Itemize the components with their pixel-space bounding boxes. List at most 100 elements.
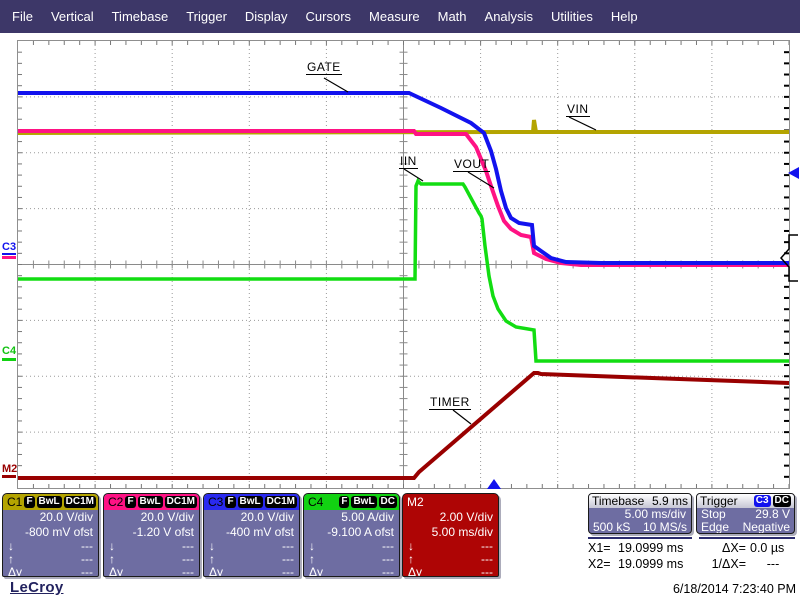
channel-box-c4-header: C4 F BwL DC (304, 494, 399, 510)
menu-utilities[interactable]: Utilities (551, 9, 593, 24)
cursor-readout: X1= 19.0999 ms ΔX= 0.0 µs X2= 19.0999 ms… (588, 540, 796, 572)
channel-box-c1[interactable]: C1 F BwL DC1M 20.0 V/div -800 mV ofst ↓-… (2, 493, 99, 577)
channel-id: C2 (106, 495, 123, 509)
label-leader-line (569, 117, 596, 130)
trigger-slope: Negative (743, 521, 790, 534)
waveform-plot (18, 41, 789, 488)
delta-y-label: Δy (309, 566, 323, 577)
delta-y-label: Δy (408, 566, 422, 577)
cursor-divider-left (588, 537, 692, 539)
channel-box-c3[interactable]: C3 F BwL DC1M 20.0 V/div -400 mV ofst ↓-… (203, 493, 300, 577)
math-scale: 2.00 V/div (403, 510, 498, 525)
channel-scale: 20.0 V/div (104, 510, 199, 525)
channel-box-c4[interactable]: C4 F BwL DC 5.00 A/div -9.100 A ofst ↓--… (303, 493, 400, 577)
badge-coupling: DC1M (165, 496, 197, 508)
menu-help[interactable]: Help (611, 9, 638, 24)
trigger-box[interactable]: Trigger C3 DC Stop 29.8 V Edge Negative (696, 493, 795, 534)
menu-timebase[interactable]: Timebase (112, 9, 169, 24)
dx-label: ΔX= (700, 540, 750, 556)
trigger-title: Trigger (700, 494, 738, 508)
channel-box-c2[interactable]: C2 F BwL DC1M 20.0 V/div -1.20 V ofst ↓-… (103, 493, 200, 577)
marker-m2-bar (2, 475, 16, 478)
delta-y-label: Δy (209, 566, 223, 577)
badge-filter: F (24, 496, 34, 508)
inv-dx-value: --- (750, 556, 796, 572)
datetime: 6/18/2014 7:23:40 PM (673, 582, 796, 596)
channel-id: C4 (306, 495, 323, 509)
x1-label: X1= (588, 540, 618, 556)
marker-c3[interactable]: C3 (2, 242, 16, 253)
channel-scale: 20.0 V/div (204, 510, 299, 525)
delta-y-label: Δy (8, 566, 22, 577)
marker-c2-bar (2, 256, 16, 259)
delta-y-label: Δy (109, 566, 123, 577)
timebase-box[interactable]: Timebase 5.9 ms 5.00 ms/div 500 kS 10 MS… (588, 493, 692, 534)
timebase-value: 5.9 ms (652, 494, 688, 508)
delta-y-value: --- (382, 566, 394, 577)
timebase-title: Timebase (592, 494, 644, 508)
badge-coupling: DC (379, 496, 397, 508)
label-leader-line (324, 78, 348, 92)
trace-label-timer: TIMER (429, 396, 471, 410)
trace-label-vout: VOUT (453, 158, 490, 172)
channel-scale: 5.00 A/div (304, 510, 399, 525)
menu-trigger[interactable]: Trigger (186, 9, 227, 24)
badge-bandwidth: BwL (351, 496, 376, 508)
menu-analysis[interactable]: Analysis (485, 9, 533, 24)
trace-id: M2 (405, 495, 424, 509)
math-timebase: 5.00 ms/div (403, 525, 498, 540)
channel-offset: -400 mV ofst (204, 525, 299, 540)
timebase-samples: 500 kS (593, 521, 630, 534)
graticule: GATE VIN IIN VOUT TIMER (17, 40, 790, 489)
x2-value: 19.0999 ms (618, 556, 700, 572)
badge-coupling: DC1M (64, 496, 96, 508)
right-edge-bracket-icon (780, 234, 800, 282)
badge-bandwidth: BwL (238, 496, 263, 508)
badge-filter: F (225, 496, 235, 508)
badge-bandwidth: BwL (138, 496, 163, 508)
x1-value: 19.0999 ms (618, 540, 700, 556)
menu-cursors[interactable]: Cursors (306, 9, 352, 24)
channel-box-c2-header: C2 F BwL DC1M (104, 494, 199, 510)
lecroy-logo: LeCroy (10, 579, 63, 596)
delta-y-value: --- (481, 566, 493, 577)
menu-display[interactable]: Display (245, 9, 288, 24)
trace-label-gate: GATE (306, 61, 342, 75)
menu-bar: File Vertical Timebase Trigger Display C… (0, 0, 800, 33)
menu-file[interactable]: File (12, 9, 33, 24)
marker-c4[interactable]: C4 (2, 346, 16, 357)
delta-y-value: --- (81, 566, 93, 577)
trace-label-iin: IIN (399, 155, 418, 169)
menu-vertical[interactable]: Vertical (51, 9, 94, 24)
trigger-level-arrow-icon[interactable] (788, 167, 799, 179)
trigger-type: Edge (701, 521, 729, 534)
channel-id: C1 (5, 495, 22, 509)
marker-c4-bar (2, 358, 16, 361)
channel-box-c3-header: C3 F BwL DC1M (204, 494, 299, 510)
badge-bandwidth: BwL (37, 496, 62, 508)
badge-filter: F (125, 496, 135, 508)
channel-offset: -9.100 A ofst (304, 525, 399, 540)
channel-offset: -1.20 V ofst (104, 525, 199, 540)
oscilloscope-screen: File Vertical Timebase Trigger Display C… (0, 0, 800, 600)
channel-scale: 20.0 V/div (3, 510, 98, 525)
menu-math[interactable]: Math (438, 9, 467, 24)
inv-dx-label: 1/ΔX= (700, 556, 750, 572)
marker-m2[interactable]: M2 (2, 464, 17, 475)
trigger-source-badge: C3 (754, 495, 771, 507)
marker-c3-bar (2, 253, 16, 255)
trigger-time-marker-icon[interactable] (487, 479, 501, 489)
math-box-m2-header: M2 (403, 494, 498, 510)
channel-box-c1-header: C1 F BwL DC1M (3, 494, 98, 510)
cursor-divider-right (699, 537, 795, 539)
delta-y-value: --- (182, 566, 194, 577)
label-leader-line (453, 410, 471, 424)
trigger-coupling-badge: DC (773, 495, 791, 507)
channel-id: C3 (206, 495, 223, 509)
x2-label: X2= (588, 556, 618, 572)
trace-label-vin: VIN (566, 103, 590, 117)
menu-measure[interactable]: Measure (369, 9, 420, 24)
badge-coupling: DC1M (265, 496, 297, 508)
math-box-m2[interactable]: M2 2.00 V/div 5.00 ms/div ↓--- ↑--- Δy--… (402, 493, 499, 577)
timebase-rate: 10 MS/s (643, 521, 687, 534)
